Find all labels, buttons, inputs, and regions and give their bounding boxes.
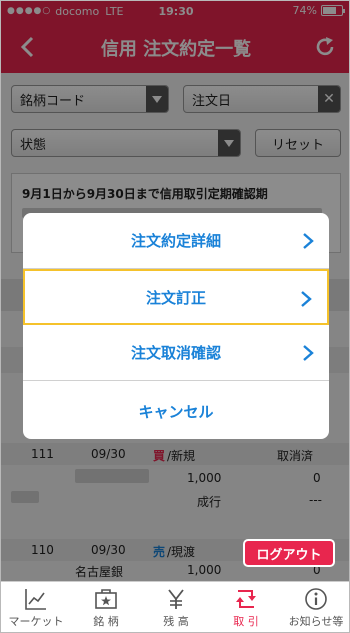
- tab-label: お知らせ等: [288, 615, 344, 628]
- menu-item-order-correction[interactable]: 注文訂正: [23, 269, 329, 325]
- app-screen: ●●●●○ docomo LTE 19:30 74% 信用 注文約定一覧 銘柄コ…: [0, 0, 350, 633]
- tab-label: 取 引: [233, 615, 259, 628]
- yen-icon: [168, 589, 184, 609]
- tab-balance[interactable]: 残 高: [141, 582, 211, 632]
- menu-item-label: 注文訂正: [145, 288, 206, 307]
- tab-label: 銘 柄: [93, 615, 119, 628]
- menu-item-order-detail[interactable]: 注文約定詳細: [23, 213, 329, 269]
- tab-market[interactable]: マーケット: [1, 582, 71, 632]
- chevron-right-icon: [301, 291, 312, 307]
- chart-icon: [25, 589, 46, 610]
- action-menu: 注文約定詳細 注文訂正 注文取消確認 キャンセル: [23, 213, 329, 439]
- logout-button[interactable]: ログアウト: [243, 539, 335, 567]
- info-icon: [305, 588, 327, 610]
- menu-item-label: 注文約定詳細: [130, 232, 221, 250]
- cancel-button[interactable]: キャンセル: [23, 383, 329, 439]
- tab-bar: マーケット 銘 柄 残 高 取 引 お知らせ等: [1, 581, 349, 632]
- menu-item-label: 注文取消確認: [130, 344, 221, 362]
- star-box-icon: [95, 589, 117, 609]
- menu-item-order-cancel-confirm[interactable]: 注文取消確認: [23, 325, 329, 381]
- tab-label: マーケット: [8, 615, 64, 628]
- tab-stocks[interactable]: 銘 柄: [71, 582, 141, 632]
- tab-label: 残 高: [163, 615, 189, 628]
- chevron-right-icon: [303, 233, 314, 249]
- exchange-icon: [236, 590, 256, 608]
- chevron-right-icon: [303, 345, 314, 361]
- cancel-label: キャンセル: [138, 402, 214, 421]
- tab-trade[interactable]: 取 引: [211, 582, 281, 632]
- tab-notifications[interactable]: お知らせ等: [281, 582, 349, 632]
